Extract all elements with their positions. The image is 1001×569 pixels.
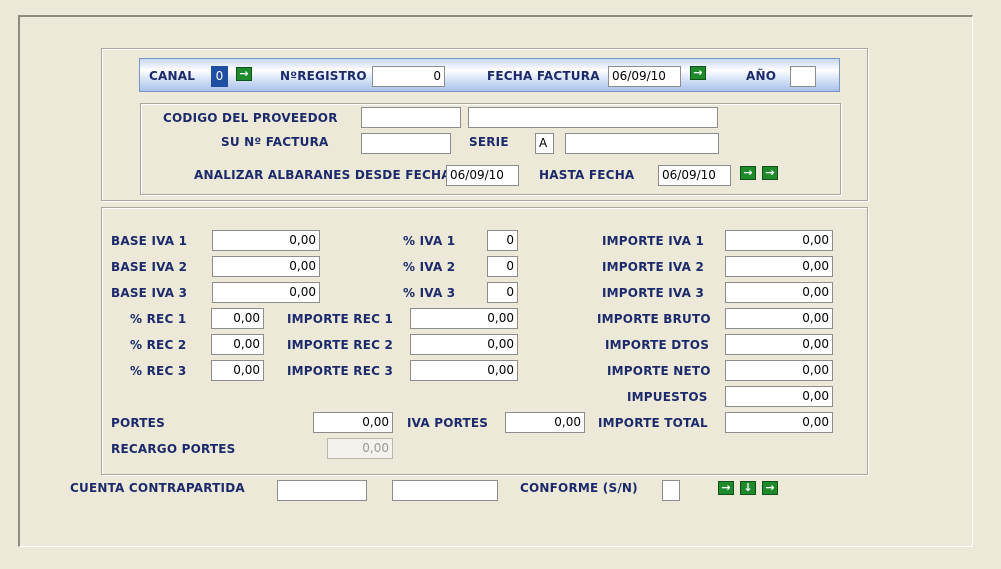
importe-iva-3-label: IMPORTE IVA 3: [602, 286, 705, 300]
importe-iva-2-field[interactable]: 0,00: [725, 256, 833, 277]
serie-label: SERIE: [469, 135, 509, 149]
base-iva-2-field[interactable]: 0,00: [212, 256, 320, 277]
pct-rec-3-field[interactable]: 0,00: [211, 360, 264, 381]
importe-iva-1-label: IMPORTE IVA 1: [602, 234, 705, 248]
registro-field[interactable]: 0: [372, 66, 445, 87]
arrow-right-icon: →: [721, 481, 731, 494]
cuenta-desc-field[interactable]: [392, 480, 498, 501]
arrow-right-icon: →: [693, 66, 703, 79]
pct-rec-2-field[interactable]: 0,00: [211, 334, 264, 355]
desde-fecha-field[interactable]: 06/09/10: [446, 165, 519, 186]
importe-rec-1-label: IMPORTE REC 1: [287, 312, 394, 326]
iva-portes-label: IVA PORTES: [407, 416, 489, 430]
importe-neto-label: IMPORTE NETO: [607, 364, 711, 378]
registro-label: NºREGISTRO: [280, 69, 367, 83]
importe-dtos-label: IMPORTE DTOS: [605, 338, 710, 352]
portes-label: PORTES: [111, 416, 165, 430]
cuenta-contrapartida-label: CUENTA CONTRAPARTIDA: [70, 481, 245, 495]
codigo-proveedor-label: CODIGO DEL PROVEEDOR: [163, 111, 338, 125]
importe-rec-3-label: IMPORTE REC 3: [287, 364, 394, 378]
impuestos-field[interactable]: 0,00: [725, 386, 833, 407]
serie-field[interactable]: A: [535, 133, 554, 154]
recargo-portes-label: RECARGO PORTES: [111, 442, 236, 456]
base-iva-2-label: BASE IVA 2: [111, 260, 188, 274]
importe-total-label: IMPORTE TOTAL: [598, 416, 708, 430]
analizar-go-button[interactable]: →: [740, 166, 756, 180]
pct-iva-2-field[interactable]: 0: [487, 256, 518, 277]
canal-go-button[interactable]: →: [236, 67, 252, 81]
hasta-fecha-label: HASTA FECHA: [539, 168, 635, 182]
base-iva-3-field[interactable]: 0,00: [212, 282, 320, 303]
pct-iva-3-field[interactable]: 0: [487, 282, 518, 303]
arrow-right-icon: →: [765, 481, 775, 494]
iva-portes-field[interactable]: 0,00: [505, 412, 585, 433]
importe-rec-3-field[interactable]: 0,00: [410, 360, 518, 381]
su-factura-label: SU Nº FACTURA: [221, 135, 329, 149]
portes-field[interactable]: 0,00: [313, 412, 393, 433]
recargo-portes-field: 0,00: [327, 438, 393, 459]
pct-iva-1-label: % IVA 1: [403, 234, 456, 248]
importe-rec-2-field[interactable]: 0,00: [410, 334, 518, 355]
impuestos-label: IMPUESTOS: [627, 390, 708, 404]
arrow-right-icon: →: [743, 166, 753, 179]
su-factura-field[interactable]: [361, 133, 451, 154]
serie-desc-field[interactable]: [565, 133, 719, 154]
importe-dtos-field[interactable]: 0,00: [725, 334, 833, 355]
importe-iva-1-field[interactable]: 0,00: [725, 230, 833, 251]
fecha-factura-label: FECHA FACTURA: [487, 69, 600, 83]
arrow-right-icon: →: [239, 67, 249, 80]
nombre-proveedor-field[interactable]: [468, 107, 718, 128]
importe-iva-2-label: IMPORTE IVA 2: [602, 260, 705, 274]
importe-rec-1-field[interactable]: 0,00: [410, 308, 518, 329]
fecha-factura-field[interactable]: 06/09/10: [608, 66, 681, 87]
accept-button[interactable]: →: [718, 481, 734, 495]
importe-bruto-field[interactable]: 0,00: [725, 308, 833, 329]
fecha-go-button[interactable]: →: [690, 66, 706, 80]
importe-iva-3-field[interactable]: 0,00: [725, 282, 833, 303]
canal-field[interactable]: 0: [211, 66, 228, 87]
pct-iva-1-field[interactable]: 0: [487, 230, 518, 251]
pct-iva-2-label: % IVA 2: [403, 260, 456, 274]
pct-iva-3-label: % IVA 3: [403, 286, 456, 300]
base-iva-1-label: BASE IVA 1: [111, 234, 188, 248]
base-iva-1-field[interactable]: 0,00: [212, 230, 320, 251]
anio-field[interactable]: [790, 66, 816, 87]
importe-bruto-label: IMPORTE BRUTO: [597, 312, 711, 326]
canal-label: CANAL: [149, 69, 196, 83]
analizar-next-button[interactable]: →: [762, 166, 778, 180]
importe-total-field[interactable]: 0,00: [725, 412, 833, 433]
codigo-proveedor-field[interactable]: [361, 107, 461, 128]
cuenta-contrapartida-field[interactable]: [277, 480, 367, 501]
next-button[interactable]: →: [762, 481, 778, 495]
importe-rec-2-label: IMPORTE REC 2: [287, 338, 394, 352]
conforme-label: CONFORME (S/N): [520, 481, 638, 495]
arrow-down-icon: ↓: [743, 481, 753, 494]
pct-rec-1-label: % REC 1: [130, 312, 187, 326]
pct-rec-1-field[interactable]: 0,00: [211, 308, 264, 329]
anio-label: AÑO: [746, 69, 777, 83]
base-iva-3-label: BASE IVA 3: [111, 286, 188, 300]
down-button[interactable]: ↓: [740, 481, 756, 495]
importe-neto-field[interactable]: 0,00: [725, 360, 833, 381]
conforme-field[interactable]: [662, 480, 680, 501]
pct-rec-2-label: % REC 2: [130, 338, 187, 352]
pct-rec-3-label: % REC 3: [130, 364, 187, 378]
arrow-right-icon: →: [765, 166, 775, 179]
hasta-fecha-field[interactable]: 06/09/10: [658, 165, 731, 186]
analizar-desde-label: ANALIZAR ALBARANES DESDE FECHA: [194, 168, 451, 182]
